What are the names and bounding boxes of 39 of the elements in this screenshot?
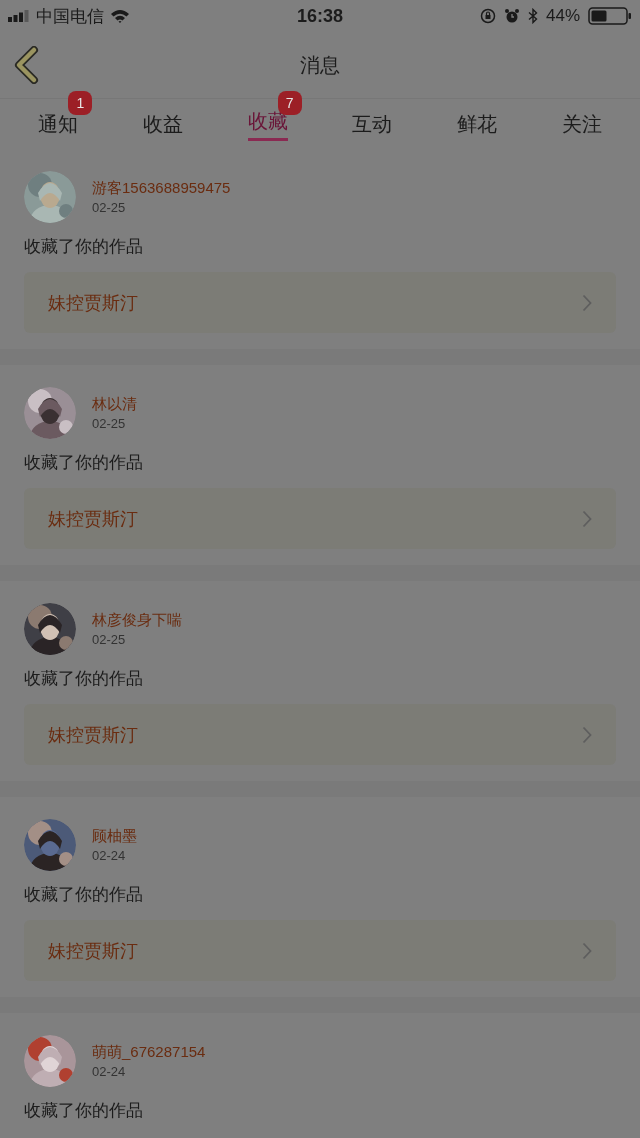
- clock-time: 16:38: [297, 5, 343, 27]
- work-link-card[interactable]: 妹控贾斯汀: [24, 920, 616, 981]
- chevron-right-icon: [582, 293, 592, 312]
- message-text: 收藏了你的作品: [24, 1099, 144, 1122]
- user-name[interactable]: 林以清: [92, 395, 137, 414]
- tab[interactable]: 鲜花: [457, 99, 497, 143]
- chevron-right-icon: [582, 509, 592, 528]
- wifi-icon: [110, 9, 130, 23]
- page-title: 消息: [300, 51, 340, 79]
- work-link-card[interactable]: 妹控贾斯汀: [24, 704, 616, 765]
- tab[interactable]: 互动: [352, 99, 393, 143]
- message-text: 收藏了你的作品: [24, 667, 144, 690]
- message-date: 02-25: [92, 416, 127, 431]
- user-name[interactable]: 游客1563688959475: [92, 179, 231, 198]
- tab[interactable]: 关注: [561, 99, 602, 143]
- message-date: 02-24: [92, 848, 127, 863]
- carrier-name: 中国电信: [36, 5, 104, 28]
- message-text: 收藏了你的作品: [24, 883, 144, 906]
- signal-icon: [8, 10, 30, 22]
- message-date: 02-24: [92, 1064, 127, 1079]
- message-text: 收藏了你的作品: [24, 235, 144, 258]
- tab[interactable]: 收益: [143, 99, 183, 143]
- message-date: 02-25: [92, 200, 127, 215]
- bluetooth-icon: [527, 8, 538, 24]
- message-text: 收藏了你的作品: [24, 451, 144, 474]
- work-link-card[interactable]: 妹控贾斯汀: [24, 488, 616, 549]
- alarm-icon: [503, 8, 520, 24]
- chevron-right-icon: [582, 941, 592, 960]
- user-name[interactable]: 林彦俊身下喘: [92, 611, 182, 630]
- user-name[interactable]: 顾柚墨: [92, 827, 137, 846]
- count-badge: 1: [68, 91, 93, 115]
- user-name[interactable]: 萌萌_676287154: [92, 1043, 206, 1062]
- back-button[interactable]: [12, 46, 40, 84]
- work-link-card[interactable]: 妹控贾斯汀: [24, 272, 616, 333]
- battery-percent: 44%: [545, 6, 580, 26]
- message-date: 02-25: [92, 632, 127, 647]
- battery-icon: [588, 7, 632, 25]
- rotation-lock-icon: [479, 8, 496, 24]
- chevron-right-icon: [582, 725, 592, 744]
